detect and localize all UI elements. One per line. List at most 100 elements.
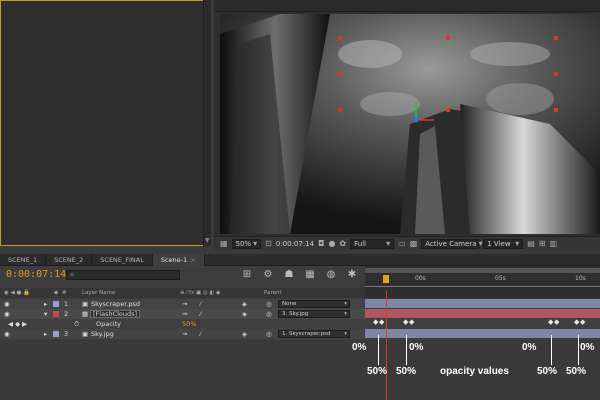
timeline-icon[interactable]: ▥ bbox=[550, 239, 558, 248]
layer-bar-flashclouds[interactable] bbox=[365, 309, 600, 318]
tab-scene-2[interactable]: SCENE_2 bbox=[46, 254, 93, 266]
stopwatch-icon[interactable]: ⏱ bbox=[74, 320, 79, 329]
ruler-label-5: 05s bbox=[495, 275, 506, 282]
shy-switch-icon[interactable]: ⇝ bbox=[182, 330, 187, 338]
keyframe-nav-icon[interactable]: ◀ ◆ ▶ bbox=[8, 320, 27, 328]
current-time[interactable]: 0:00:07:14 bbox=[6, 269, 66, 280]
3d-switch-icon[interactable]: ◈ bbox=[242, 300, 247, 308]
comp-mini-flowchart-icon[interactable]: ⊞ bbox=[240, 269, 254, 280]
chevron-down-icon: ▾ bbox=[478, 239, 483, 248]
keyframe-icon[interactable]: ◆ bbox=[409, 319, 416, 326]
ruler-label-0: 00s bbox=[415, 275, 426, 282]
layer-name[interactable]: Sky.jpg bbox=[91, 330, 114, 338]
keyframe-icon[interactable]: ◆ bbox=[379, 319, 386, 326]
3d-switch-icon[interactable]: ◈ bbox=[242, 330, 247, 338]
zoom-select[interactable]: 50% ▾ bbox=[231, 238, 262, 249]
project-panel-scrollbar[interactable]: ▼ bbox=[203, 0, 211, 246]
work-area-bar[interactable] bbox=[365, 268, 600, 273]
annotation-0-percent: 0% bbox=[409, 342, 424, 353]
parent-select[interactable]: 1. Skyscraper.psd ▾ bbox=[278, 330, 350, 338]
layer-row[interactable]: ◉ ▸ 3 ▣ Sky.jpg ⇝ ⁄ ◈ ◎ 1. Skyscraper.ps… bbox=[0, 329, 365, 339]
pickwhip-icon[interactable]: ◎ bbox=[266, 300, 272, 308]
layer-bar-skyscraper[interactable] bbox=[365, 299, 600, 308]
expand-triangle-icon[interactable]: ▸ bbox=[44, 330, 47, 338]
pickwhip-icon[interactable]: ◎ bbox=[266, 330, 272, 338]
number-column-icon: # bbox=[62, 290, 67, 296]
layer-bar-sky[interactable] bbox=[365, 329, 600, 338]
av-switches-icon: ◉ ◀ ● 🔒 bbox=[4, 290, 30, 296]
eye-icon[interactable]: ◉ bbox=[4, 300, 10, 308]
frame-blending-icon[interactable]: ▦ bbox=[303, 269, 317, 280]
layer-number: 3 bbox=[64, 330, 69, 338]
quality-switch-icon[interactable]: ⁄ bbox=[200, 330, 201, 338]
quality-switch-icon[interactable]: ⁄ bbox=[200, 310, 201, 318]
layer-row[interactable]: ◉ ▸ 1 ▣ Skyscraper.psd ⇝ ⁄ ◈ ◎ None ▾ bbox=[0, 299, 365, 309]
snapshot-icon[interactable]: ◘ bbox=[318, 239, 324, 248]
brainstorm-icon[interactable]: ✱ bbox=[345, 269, 359, 280]
eye-icon[interactable]: ◉ bbox=[4, 310, 10, 318]
chevron-down-icon: ▾ bbox=[344, 301, 347, 307]
switches-header: ⊕ ⁄ fx ▣ ◎ ◐ ◆ bbox=[180, 290, 221, 296]
label-column-icon: ◆ bbox=[54, 290, 59, 296]
composition-viewer[interactable] bbox=[220, 14, 600, 234]
parent-header[interactable]: Parent bbox=[264, 290, 282, 296]
tab-scene-final[interactable]: SCENE_FINAL bbox=[92, 254, 153, 266]
toggle-pixel-icon[interactable]: ▤ bbox=[527, 239, 535, 248]
opacity-keyframe-track[interactable]: ◆ ◆ ◆ ◆ ◆ ◆ ◆ ◆ bbox=[365, 319, 600, 328]
region-of-interest-icon[interactable]: ▭ bbox=[398, 239, 406, 248]
layer-number: 2 bbox=[64, 310, 69, 318]
region-icon[interactable]: ⊡ bbox=[265, 239, 272, 248]
motion-blur-icon[interactable]: ◍ bbox=[324, 269, 338, 280]
chevron-down-icon: ▾ bbox=[515, 239, 520, 248]
tab-scene-1-active[interactable]: Scene-1 × bbox=[152, 254, 205, 266]
layer-color-swatch[interactable] bbox=[53, 331, 59, 337]
camera-select[interactable]: Active Camera ▾ bbox=[421, 238, 483, 249]
parent-select[interactable]: None ▾ bbox=[278, 300, 350, 308]
playhead-line[interactable] bbox=[386, 291, 387, 400]
camera-value: Active Camera bbox=[425, 239, 477, 248]
time-ruler[interactable]: 00s 05s 10s bbox=[365, 266, 600, 298]
layer-name[interactable]: Skyscraper.psd bbox=[91, 300, 140, 308]
parent-select[interactable]: 3. Sky.jpg ▾ bbox=[278, 310, 350, 318]
opacity-value[interactable]: 50% bbox=[182, 320, 196, 328]
parent-value: None bbox=[282, 301, 297, 307]
layer-name[interactable]: [FlashClouds] bbox=[90, 310, 141, 318]
transparency-grid-icon[interactable]: ▩ bbox=[410, 239, 418, 248]
layer-row-selected[interactable]: ◉ ▾ 2 ▦ [FlashClouds] ⇝ ⁄ ◈ ◎ 3. Sky.jpg… bbox=[0, 309, 365, 319]
ruler-label-10: 10s bbox=[575, 275, 586, 282]
layer-search-input[interactable]: ⌕ bbox=[66, 270, 180, 280]
tab-label: SCENE_1 bbox=[8, 256, 38, 264]
fast-preview-icon[interactable]: ⊞ bbox=[539, 239, 546, 248]
draft-3d-icon[interactable]: ⚙ bbox=[261, 269, 275, 280]
timeline-empty-area bbox=[0, 340, 365, 400]
close-icon[interactable]: × bbox=[190, 256, 195, 264]
chevron-down-icon: ▾ bbox=[253, 239, 258, 248]
collapse-triangle-icon[interactable]: ▾ bbox=[44, 310, 47, 318]
viewer-timecode[interactable]: 0:00:07:14 bbox=[276, 240, 314, 248]
eye-icon[interactable]: ◉ bbox=[4, 330, 10, 338]
annotation-0-percent: 0% bbox=[352, 342, 367, 353]
pickwhip-icon[interactable]: ◎ bbox=[266, 310, 272, 318]
quality-switch-icon[interactable]: ⁄ bbox=[200, 300, 201, 308]
tab-scene-1[interactable]: SCENE_1 bbox=[0, 254, 47, 266]
keyframe-icon[interactable]: ◆ bbox=[580, 319, 587, 326]
shy-switch-icon[interactable]: ⇝ bbox=[182, 310, 187, 318]
3d-switch-icon[interactable]: ◈ bbox=[242, 310, 247, 318]
view-layout-value: 1 View bbox=[487, 239, 511, 248]
opacity-property-row[interactable]: ◀ ◆ ▶ ⏱ Opacity 50% bbox=[0, 319, 365, 329]
expand-triangle-icon[interactable]: ▸ bbox=[44, 300, 47, 308]
show-snapshot-icon[interactable]: ● bbox=[328, 239, 335, 248]
layer-color-swatch[interactable] bbox=[53, 311, 59, 317]
shy-layers-icon[interactable]: ☗ bbox=[282, 269, 296, 280]
layer-color-swatch[interactable] bbox=[53, 301, 59, 307]
layer-name-header[interactable]: Layer Name bbox=[82, 290, 115, 296]
grid-icon[interactable]: ▦ bbox=[220, 239, 228, 248]
channel-icon[interactable]: ✿ bbox=[339, 239, 346, 248]
keyframe-icon[interactable]: ◆ bbox=[554, 319, 561, 326]
scroll-down-arrow-icon[interactable]: ▼ bbox=[205, 237, 210, 244]
annotation-50-percent: 50% bbox=[396, 366, 417, 377]
resolution-select[interactable]: Full ▾ bbox=[350, 238, 395, 249]
playhead-handle[interactable] bbox=[383, 275, 389, 283]
view-layout-select[interactable]: 1 View ▾ bbox=[483, 238, 524, 249]
shy-switch-icon[interactable]: ⇝ bbox=[182, 300, 187, 308]
